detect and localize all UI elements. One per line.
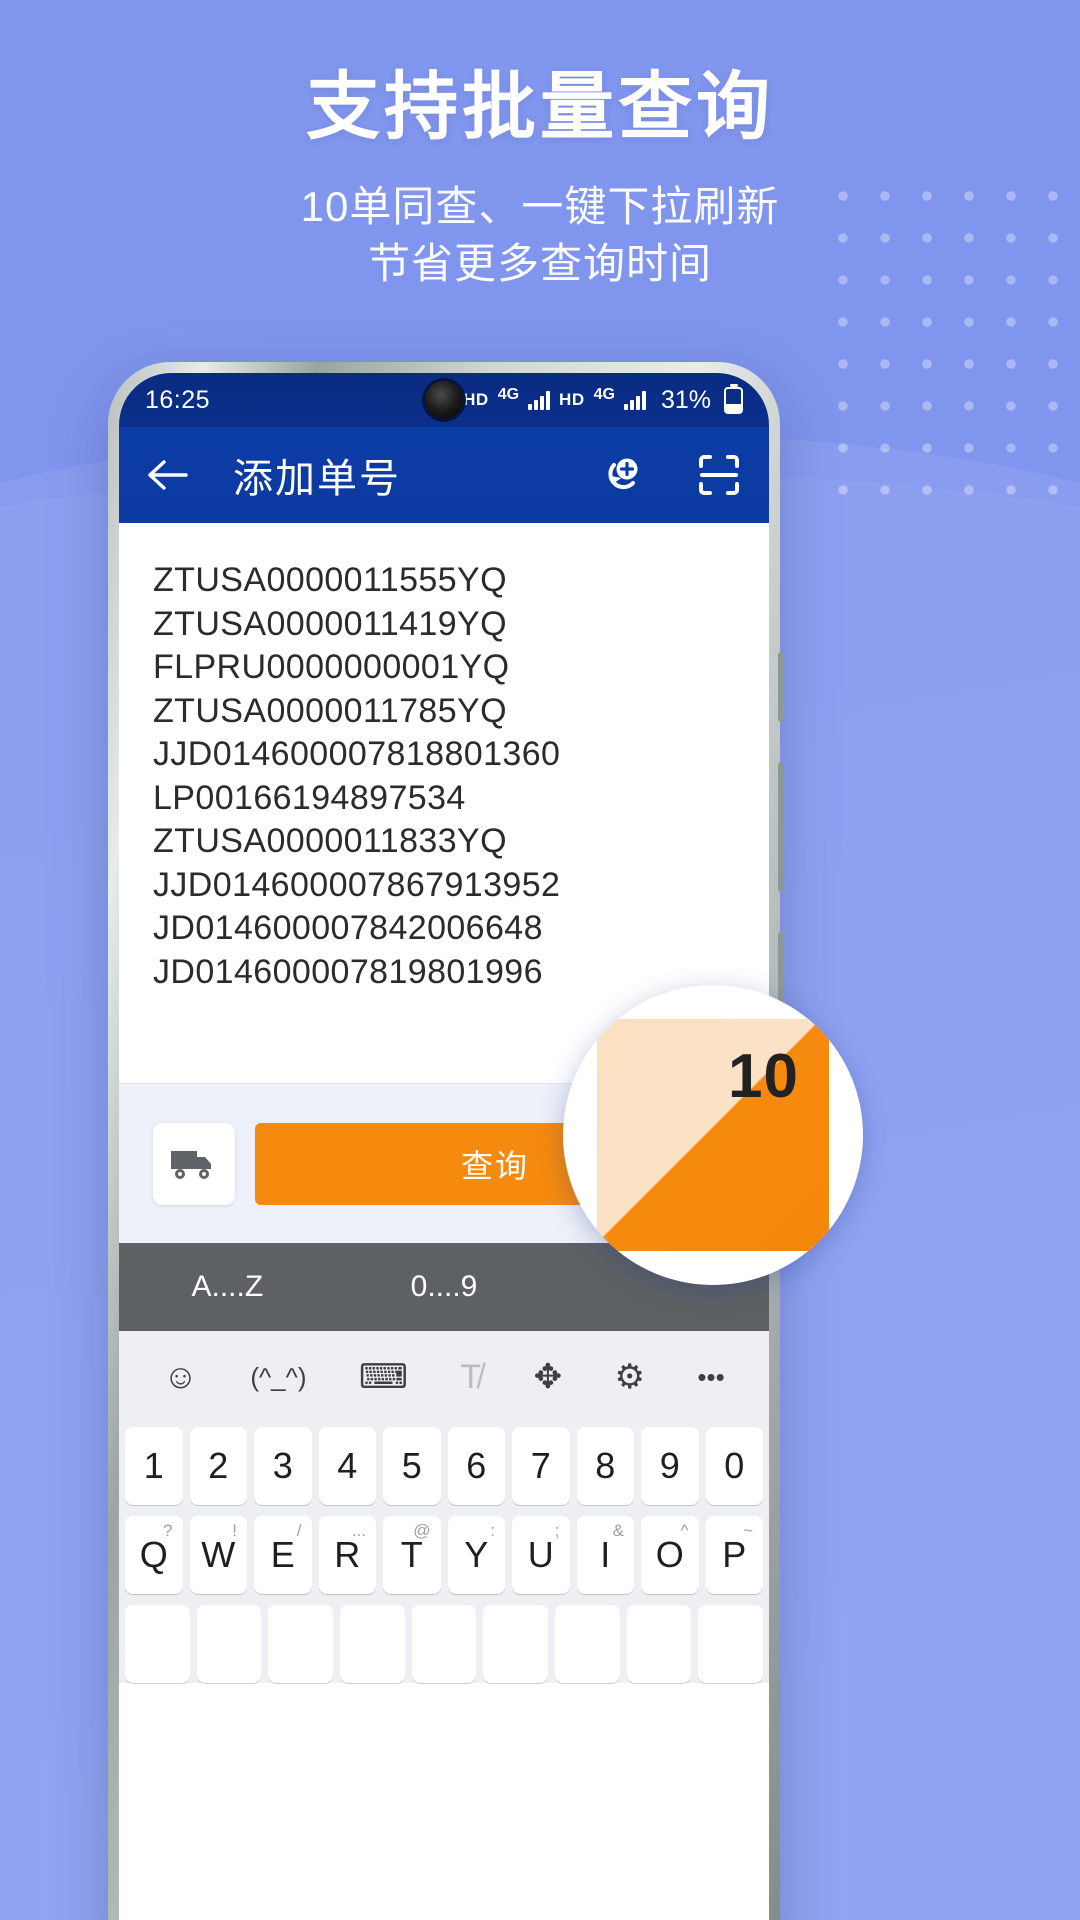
- magnified-query-count: 10: [597, 1019, 829, 1251]
- page-title: 支持批量查询: [306, 65, 774, 148]
- key-4[interactable]: 4: [318, 1427, 376, 1505]
- sync-add-icon[interactable]: [599, 452, 645, 498]
- move-cursor-icon[interactable]: ✥: [534, 1360, 563, 1394]
- list-item[interactable]: JD014600007819801996: [153, 951, 769, 995]
- signal-bars-1: [528, 390, 551, 410]
- keyboard-third-row: [124, 1605, 764, 1683]
- list-item[interactable]: FLPRU0000000001YQ: [153, 646, 769, 690]
- back-arrow-icon[interactable]: [147, 458, 191, 492]
- key-r[interactable]: ... R: [318, 1516, 376, 1594]
- kaomoji-icon[interactable]: (^_^): [250, 1364, 306, 1390]
- app-bar-actions: [599, 452, 741, 498]
- network-type-2: 4G: [593, 386, 615, 403]
- keyboard-number-row: 1 2 3 4 5 6 7 8 9 0: [125, 1427, 763, 1505]
- truck-icon[interactable]: [153, 1122, 235, 1205]
- list-item[interactable]: LP00166194897534: [153, 777, 769, 821]
- key-u-label: U: [527, 1534, 554, 1575]
- list-item[interactable]: ZTUSA0000011833YQ: [153, 820, 769, 864]
- key-a-placeholder[interactable]: [124, 1605, 190, 1683]
- signal-bars-2: [623, 390, 646, 410]
- poster-subtitle-line-2: 节省更多查询时间: [367, 239, 712, 287]
- list-item[interactable]: JJD014600007867913952: [153, 864, 769, 908]
- key-u-sup: ;: [554, 1521, 560, 1540]
- key-t[interactable]: @ T: [383, 1516, 441, 1594]
- app-bar-title: 添加单号: [233, 457, 401, 501]
- key-e-sup: /: [296, 1521, 302, 1540]
- query-count-badge: 10: [728, 1042, 799, 1111]
- key-t-sup: @: [413, 1521, 431, 1540]
- magnifier-callout: 10: [563, 985, 863, 1285]
- key-o-sup: ^: [680, 1521, 689, 1540]
- key-h-placeholder[interactable]: [483, 1605, 549, 1683]
- keyboard-keys: 1 2 3 4 5 6 7 8 9 0 ? Q ! W / E ... R @ T: [119, 1423, 769, 1683]
- key-7[interactable]: 7: [512, 1427, 570, 1505]
- key-y-label: Y: [464, 1534, 489, 1575]
- hd-label-2: HD: [559, 390, 585, 409]
- key-p-sup: ~: [743, 1521, 753, 1540]
- key-l-placeholder[interactable]: [698, 1605, 764, 1683]
- key-q-sup: ?: [163, 1521, 173, 1540]
- key-3[interactable]: 3: [254, 1427, 312, 1505]
- status-bar-indicators: HD 4G HD 4G 31%: [428, 386, 743, 415]
- battery-icon: [724, 386, 743, 414]
- key-f-placeholder[interactable]: [340, 1605, 405, 1683]
- key-y[interactable]: :Y: [447, 1516, 505, 1594]
- key-w[interactable]: ! W: [189, 1516, 247, 1594]
- key-d-placeholder[interactable]: [268, 1605, 333, 1683]
- more-options-icon[interactable]: •••: [697, 1364, 724, 1390]
- network-type-1: 4G: [497, 386, 520, 403]
- key-w-sup: !: [232, 1521, 237, 1540]
- key-9[interactable]: 9: [641, 1427, 699, 1505]
- poster-header: 支持批量查询 10单同查、一键下拉刷新 节省更多查询时间: [0, 64, 1080, 292]
- key-e-label: E: [270, 1534, 295, 1575]
- list-item[interactable]: JD014600007842006648: [153, 907, 769, 951]
- list-item[interactable]: ZTUSA0000011419YQ: [153, 603, 769, 647]
- settings-gear-icon[interactable]: ⚙: [615, 1360, 645, 1394]
- key-s-placeholder[interactable]: [196, 1605, 262, 1683]
- phone-side-button: [778, 652, 784, 722]
- keyboard-layout-icon[interactable]: ⌨: [359, 1360, 408, 1394]
- battery-percent-label: 31%: [660, 385, 711, 414]
- keyboard-toolbar: ☺ (^_^) ⌨ T̸ ✥ ⚙ •••: [119, 1331, 769, 1423]
- handwriting-icon[interactable]: T̸: [460, 1360, 481, 1394]
- key-i[interactable]: & I: [576, 1516, 634, 1594]
- status-bar-clock: 16:25: [145, 385, 211, 414]
- key-p[interactable]: ~ P: [705, 1516, 763, 1594]
- list-item[interactable]: ZTUSA0000011785YQ: [153, 690, 769, 734]
- key-o[interactable]: ^ O: [641, 1516, 699, 1594]
- poster-subtitle-line-1: 10单同查、一键下拉刷新: [300, 183, 780, 231]
- key-i-sup: &: [612, 1521, 624, 1540]
- list-item[interactable]: JJD014600007818801360: [153, 733, 769, 777]
- hd-label-1: HD: [463, 390, 489, 409]
- phone-volume-up-button: [778, 762, 784, 892]
- key-g-placeholder[interactable]: [411, 1605, 477, 1683]
- suggestion-az[interactable]: A....Z: [119, 1270, 336, 1304]
- front-camera-punch-hole: [425, 381, 463, 419]
- key-6[interactable]: 6: [447, 1427, 505, 1505]
- key-5[interactable]: 5: [383, 1427, 441, 1505]
- poster-background: 支持批量查询 10单同查、一键下拉刷新 节省更多查询时间 16:25 HD 4G…: [0, 0, 1080, 1920]
- key-0[interactable]: 0: [705, 1427, 763, 1505]
- app-bar: 添加单号: [119, 427, 769, 523]
- key-8[interactable]: 8: [576, 1427, 634, 1505]
- key-j-placeholder[interactable]: [555, 1605, 620, 1683]
- poster-subtitle: 10单同查、一键下拉刷新 节省更多查询时间: [0, 179, 1080, 292]
- keyboard-letter-row: ? Q ! W / E ... R @ T :Y ; U & I ^ O ~ P: [125, 1516, 763, 1594]
- status-bar: 16:25 HD 4G HD 4G 31%: [119, 373, 769, 427]
- key-e[interactable]: / E: [254, 1516, 312, 1594]
- emoji-icon[interactable]: ☺: [163, 1360, 198, 1394]
- key-q[interactable]: ? Q: [125, 1516, 183, 1594]
- key-w-label: W: [201, 1534, 236, 1575]
- key-1[interactable]: 1: [125, 1427, 183, 1505]
- scan-qr-icon[interactable]: [697, 453, 741, 497]
- key-r-sup: ...: [351, 1521, 366, 1540]
- suggestion-09[interactable]: 0....9: [336, 1270, 553, 1304]
- key-i-label: I: [600, 1534, 611, 1575]
- list-item[interactable]: ZTUSA0000011555YQ: [153, 559, 769, 603]
- key-2[interactable]: 2: [189, 1427, 247, 1505]
- query-button-label: 查询: [460, 1147, 529, 1184]
- key-u[interactable]: ; U: [512, 1516, 570, 1594]
- key-k-placeholder[interactable]: [626, 1605, 692, 1683]
- key-y-sup: :: [490, 1521, 495, 1540]
